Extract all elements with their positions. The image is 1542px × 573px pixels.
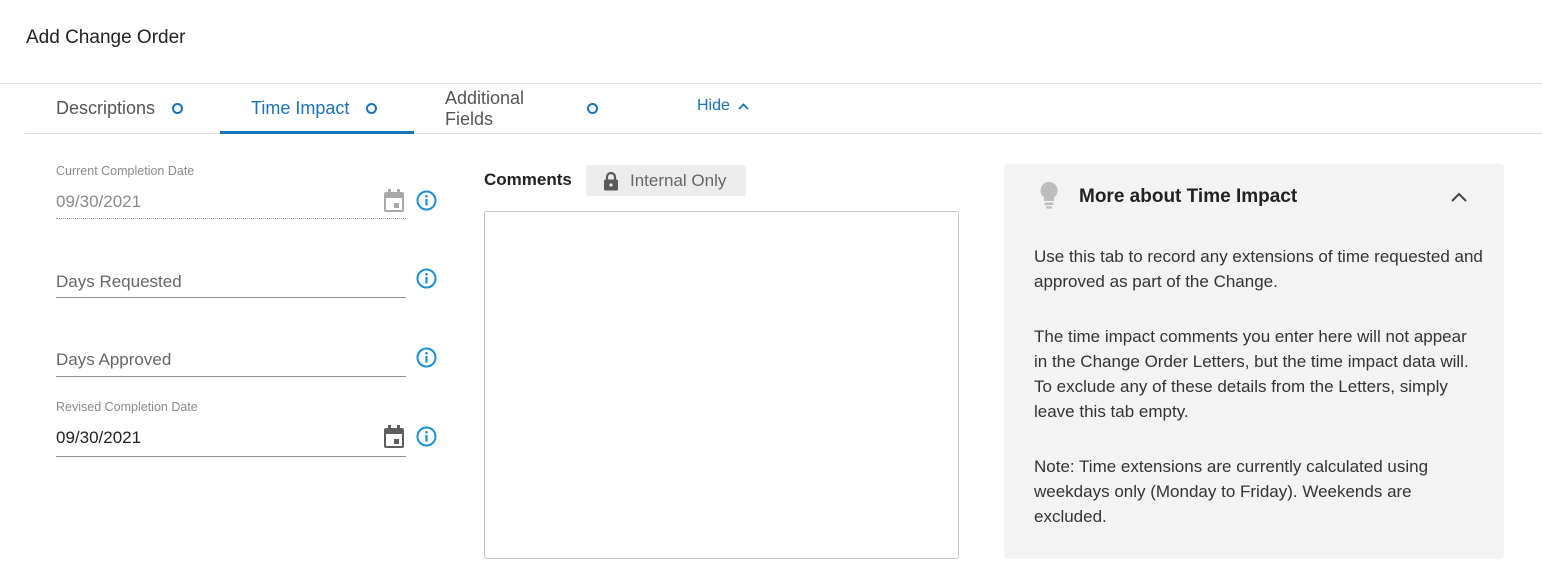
panel-title: More about Time Impact bbox=[1079, 186, 1298, 207]
days-approved-placeholder: Days Approved bbox=[56, 350, 172, 369]
field-underline bbox=[56, 456, 406, 457]
comments-label: Comments bbox=[484, 170, 572, 189]
info-icon[interactable] bbox=[416, 347, 437, 368]
field-underline bbox=[56, 376, 406, 377]
panel-paragraph: Note: Time extensions are currently calc… bbox=[1034, 457, 1429, 526]
panel-paragraph: The time impact comments you enter here … bbox=[1034, 327, 1469, 421]
days-requested-input[interactable]: Days Requested bbox=[56, 268, 406, 300]
days-approved-input[interactable]: Days Approved bbox=[56, 346, 406, 378]
hide-toggle-label: Hide bbox=[697, 97, 730, 114]
current-completion-date-label: Current Completion Date bbox=[56, 164, 195, 178]
page-title: Add Change Order bbox=[26, 27, 186, 48]
calendar-icon bbox=[384, 189, 404, 212]
revised-completion-date-label: Revised Completion Date bbox=[56, 400, 198, 414]
chevron-up-icon bbox=[738, 102, 749, 110]
hide-toggle-button[interactable]: Hide bbox=[697, 84, 749, 128]
tab-descriptions[interactable]: Descriptions bbox=[25, 84, 220, 133]
revised-completion-date-input[interactable]: Revised Completion Date 09/30/2021 bbox=[56, 400, 406, 458]
revised-completion-date-value: 09/30/2021 bbox=[56, 428, 142, 447]
comments-textarea[interactable] bbox=[484, 211, 959, 559]
current-completion-date-value: 09/30/2021 bbox=[56, 192, 142, 211]
lock-icon bbox=[604, 171, 618, 190]
panel-paragraph: Use this tab to record any extensions of… bbox=[1034, 247, 1483, 291]
field-underline bbox=[56, 297, 406, 298]
current-completion-date-field: Current Completion Date 09/30/2021 bbox=[56, 164, 406, 220]
tab-label: Time Impact bbox=[251, 98, 350, 118]
tab-additional-fields[interactable]: Additional Fields bbox=[414, 84, 628, 133]
more-about-time-impact-panel: More about Time Impact Use this tab to r… bbox=[1004, 164, 1504, 559]
info-icon[interactable] bbox=[416, 268, 437, 289]
info-icon[interactable] bbox=[416, 190, 437, 211]
status-circle-icon bbox=[366, 103, 378, 114]
chevron-up-icon[interactable] bbox=[1448, 188, 1470, 206]
tab-label: Descriptions bbox=[56, 98, 156, 118]
status-circle-icon bbox=[587, 103, 598, 114]
internal-only-label: Internal Only bbox=[630, 170, 727, 190]
info-icon[interactable] bbox=[416, 426, 437, 447]
tab-label: Additional Fields bbox=[445, 87, 525, 129]
calendar-icon[interactable] bbox=[382, 424, 406, 450]
lightbulb-icon bbox=[1040, 181, 1058, 209]
status-circle-icon bbox=[172, 103, 184, 114]
field-underline bbox=[56, 218, 406, 219]
internal-only-badge: Internal Only bbox=[586, 165, 746, 196]
tab-bar: Descriptions Time Impact Additional Fiel… bbox=[25, 84, 1542, 134]
days-requested-placeholder: Days Requested bbox=[56, 272, 182, 291]
page-header: Add Change Order bbox=[0, 0, 1542, 84]
tab-time-impact[interactable]: Time Impact bbox=[220, 84, 414, 134]
